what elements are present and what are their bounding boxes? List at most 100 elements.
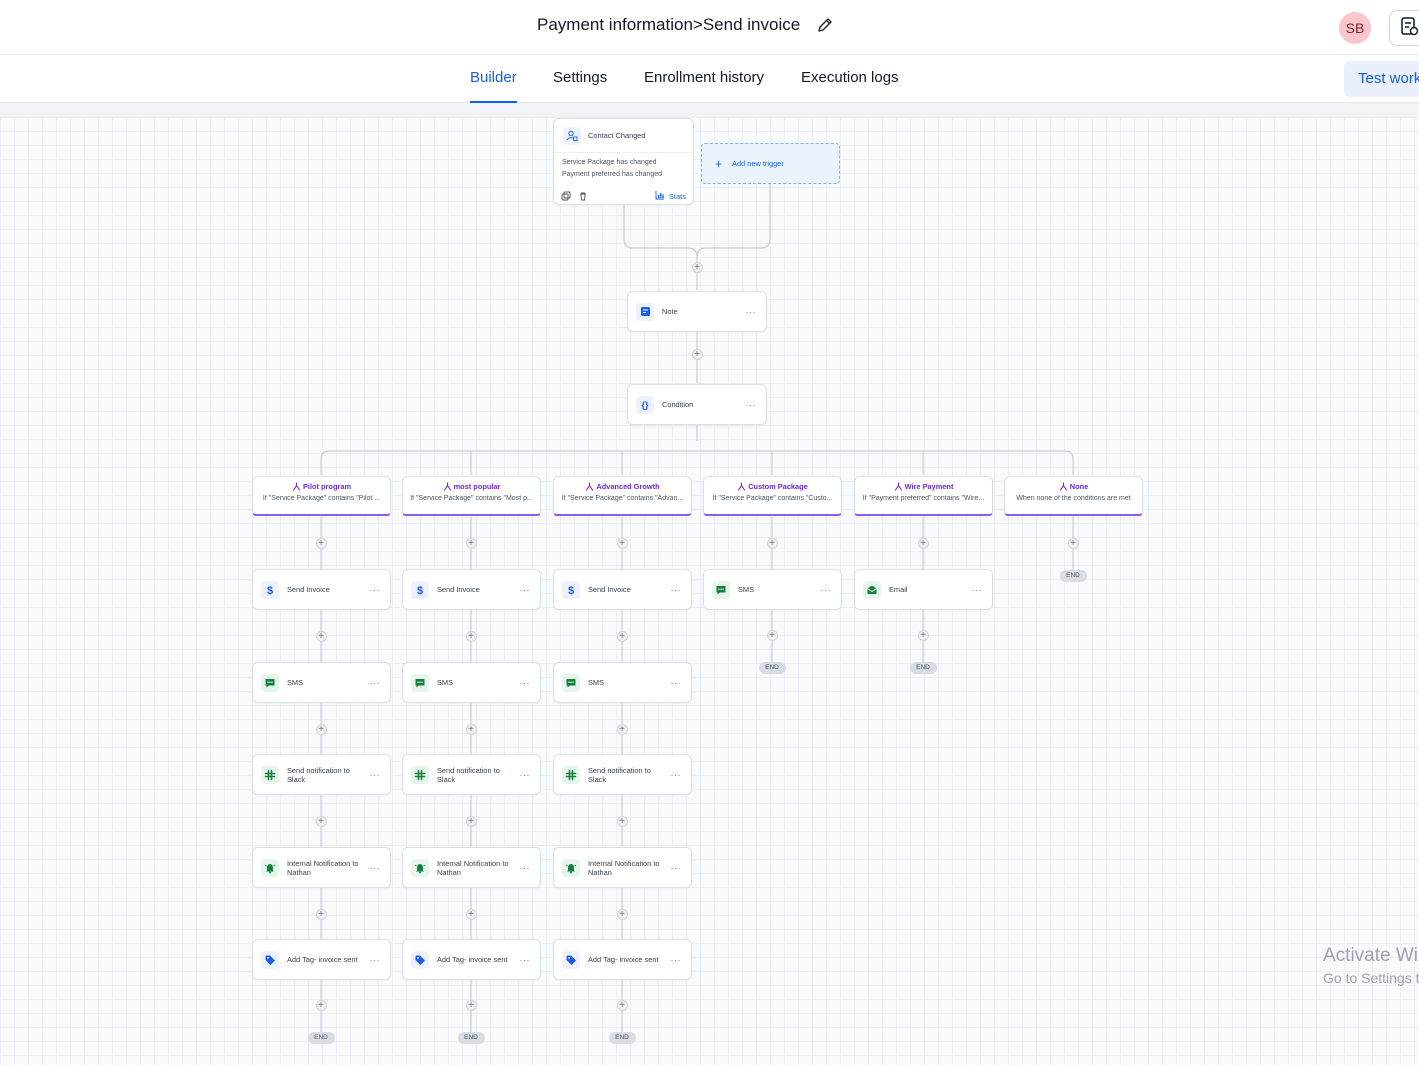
tab-execution-logs[interactable]: Execution logs <box>801 69 899 103</box>
test-workflow-button[interactable]: Test workflow <box>1344 61 1419 97</box>
add-step-button[interactable]: + <box>315 723 327 735</box>
action-node[interactable]: Add Tag- invoice sent ··· <box>553 939 692 980</box>
add-step-button[interactable]: + <box>616 999 628 1011</box>
branch-node[interactable]: Advanced Growth If "Service Package" cont… <box>553 476 692 516</box>
more-options-icon[interactable]: ··· <box>520 955 531 965</box>
branch-description: If "Service Package" contains "Most p... <box>410 495 533 502</box>
action-node[interactable]: $ Send Invoice ··· <box>402 569 541 610</box>
add-step-button[interactable]: + <box>465 630 477 642</box>
breadcrumb-parent[interactable]: Payment information <box>537 15 693 35</box>
workflow-canvas[interactable]: Contact Changed Service Package has chan… <box>0 103 1419 1065</box>
avatar[interactable]: SB <box>1339 12 1371 44</box>
add-step-button[interactable]: + <box>691 348 703 360</box>
add-step-button[interactable]: + <box>465 815 477 827</box>
more-options-icon[interactable]: ··· <box>671 585 682 595</box>
action-label: SMS <box>287 678 304 687</box>
workflow-title: Payment information > Send invoice <box>537 15 834 35</box>
add-step-button[interactable]: + <box>1067 537 1079 549</box>
add-step-button[interactable]: + <box>616 815 628 827</box>
branch-icon <box>586 482 594 491</box>
pencil-icon[interactable] <box>816 16 834 34</box>
add-step-button[interactable]: + <box>315 815 327 827</box>
copy-icon[interactable] <box>561 191 571 201</box>
action-node[interactable]: Internal Notification to Nathan ··· <box>252 847 391 888</box>
add-step-button[interactable]: + <box>315 537 327 549</box>
more-options-icon[interactable]: ··· <box>370 678 381 688</box>
add-step-button[interactable]: + <box>315 630 327 642</box>
more-options-icon[interactable]: ··· <box>370 770 381 780</box>
document-check-button[interactable] <box>1389 10 1419 46</box>
slack-icon <box>261 765 279 784</box>
note-node[interactable]: Note ··· <box>627 291 767 332</box>
add-step-button[interactable]: + <box>315 999 327 1011</box>
add-trigger-label: Add new trigger <box>732 159 784 168</box>
more-options-icon[interactable]: ··· <box>520 585 531 595</box>
more-options-icon[interactable]: ··· <box>746 307 757 317</box>
more-options-icon[interactable]: ··· <box>671 955 682 965</box>
trash-icon[interactable] <box>578 191 588 201</box>
more-options-icon[interactable]: ··· <box>520 863 531 873</box>
tab-settings[interactable]: Settings <box>553 69 607 103</box>
action-node[interactable]: SMS ··· <box>703 569 842 610</box>
trigger-node[interactable]: Contact Changed Service Package has chan… <box>553 118 694 205</box>
more-options-icon[interactable]: ··· <box>671 770 682 780</box>
action-node[interactable]: Send notification to Slack ··· <box>553 754 692 795</box>
more-options-icon[interactable]: ··· <box>370 585 381 595</box>
bell-icon <box>562 858 580 877</box>
branch-description: If "Service Package" contains "Custo... <box>712 495 833 502</box>
add-step-button[interactable]: + <box>691 261 703 273</box>
branch-node[interactable]: None When none of the conditions are met <box>1004 476 1143 516</box>
add-step-button[interactable]: + <box>616 630 628 642</box>
more-options-icon[interactable]: ··· <box>370 863 381 873</box>
branch-description: If "Service Package" contains "Advan... <box>561 495 684 502</box>
tab-enrollment-history[interactable]: Enrollment history <box>644 69 764 103</box>
note-label: Note <box>662 307 678 316</box>
branch-node[interactable]: most popular If "Service Package" contain… <box>402 476 541 516</box>
action-node[interactable]: $ Send Invoice ··· <box>553 569 692 610</box>
branch-node[interactable]: Pilot program If "Service Package" contai… <box>252 476 391 516</box>
more-options-icon[interactable]: ··· <box>671 678 682 688</box>
action-node[interactable]: Internal Notification to Nathan ··· <box>402 847 541 888</box>
branch-title: Pilot program <box>253 482 390 491</box>
action-node[interactable]: Add Tag- invoice sent ··· <box>402 939 541 980</box>
tag-icon <box>411 950 429 969</box>
add-trigger-button[interactable]: + Add new trigger <box>701 143 840 184</box>
action-node[interactable]: Send notification to Slack ··· <box>252 754 391 795</box>
action-node[interactable]: SMS ··· <box>402 662 541 703</box>
action-node[interactable]: $ Send Invoice ··· <box>252 569 391 610</box>
condition-label: Condition <box>662 400 694 409</box>
add-step-button[interactable]: + <box>766 629 778 641</box>
action-node[interactable]: Email ··· <box>854 569 993 610</box>
action-node[interactable]: Send notification to Slack ··· <box>402 754 541 795</box>
stats-button[interactable]: Stats <box>655 190 686 202</box>
more-options-icon[interactable]: ··· <box>370 955 381 965</box>
branch-title: Custom Package <box>704 482 841 491</box>
add-step-button[interactable]: + <box>766 537 778 549</box>
condition-node[interactable]: {} Condition ··· <box>627 384 767 425</box>
tab-builder[interactable]: Builder <box>470 69 517 103</box>
action-node[interactable]: SMS ··· <box>252 662 391 703</box>
action-node[interactable]: SMS ··· <box>553 662 692 703</box>
add-step-button[interactable]: + <box>616 908 628 920</box>
add-step-button[interactable]: + <box>917 629 929 641</box>
more-options-icon[interactable]: ··· <box>972 585 983 595</box>
add-step-button[interactable]: + <box>465 723 477 735</box>
action-node[interactable]: Internal Notification to Nathan ··· <box>553 847 692 888</box>
more-options-icon[interactable]: ··· <box>671 863 682 873</box>
more-options-icon[interactable]: ··· <box>520 678 531 688</box>
action-label: Add Tag- invoice sent <box>287 955 358 964</box>
add-step-button[interactable]: + <box>616 537 628 549</box>
branch-node[interactable]: Custom Package If "Service Package" conta… <box>703 476 842 516</box>
more-options-icon[interactable]: ··· <box>746 400 757 410</box>
bell-icon <box>261 858 279 877</box>
add-step-button[interactable]: + <box>465 999 477 1011</box>
branch-node[interactable]: Wire Payment If "Payment preferred" conta… <box>854 476 993 516</box>
add-step-button[interactable]: + <box>465 537 477 549</box>
add-step-button[interactable]: + <box>917 537 929 549</box>
add-step-button[interactable]: + <box>465 908 477 920</box>
add-step-button[interactable]: + <box>616 723 628 735</box>
add-step-button[interactable]: + <box>315 908 327 920</box>
action-node[interactable]: Add Tag- invoice sent ··· <box>252 939 391 980</box>
more-options-icon[interactable]: ··· <box>520 770 531 780</box>
more-options-icon[interactable]: ··· <box>821 585 832 595</box>
